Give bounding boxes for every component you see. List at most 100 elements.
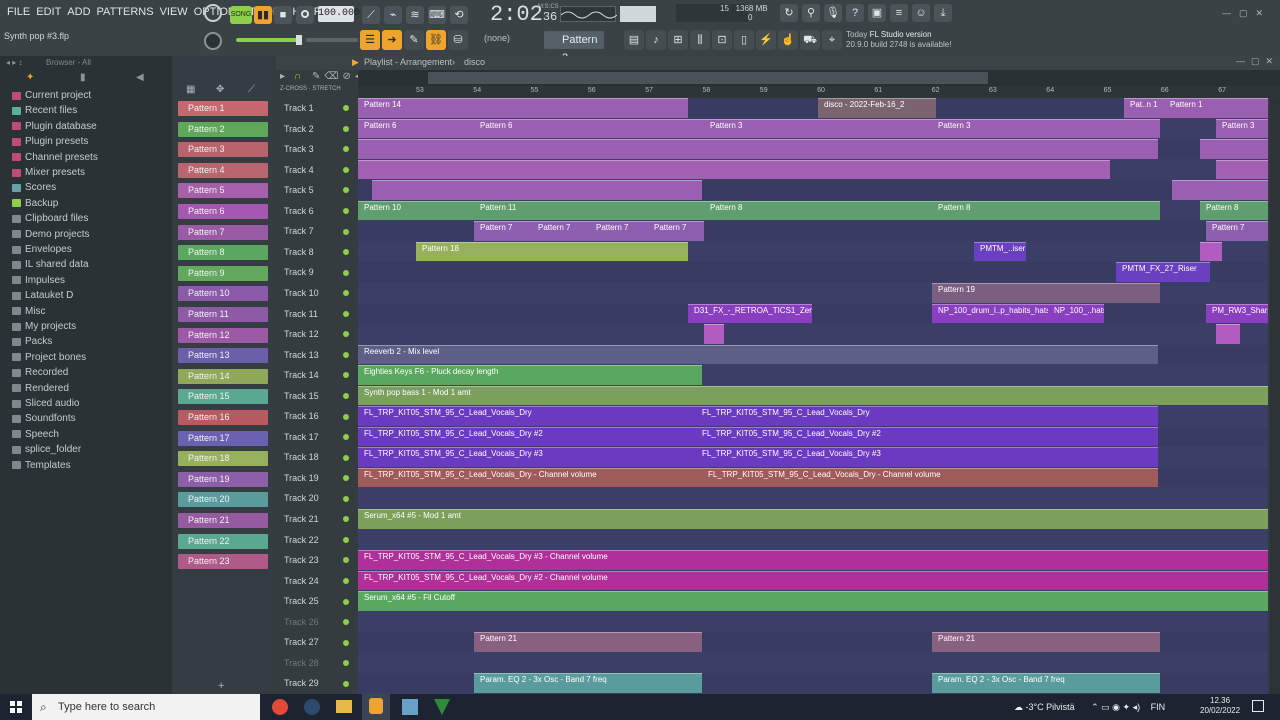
playlist-clip[interactable]: Pattern 3 xyxy=(932,118,1160,139)
playlist-clip[interactable]: Pattern 10 xyxy=(358,200,474,221)
pattern-item[interactable]: Pattern 4 xyxy=(178,162,268,178)
track-mute-led[interactable] xyxy=(343,577,349,584)
stop-button[interactable]: ■ xyxy=(274,6,292,24)
pattern-item[interactable]: Pattern 17 xyxy=(178,430,268,446)
playlist-clip[interactable] xyxy=(1200,139,1268,159)
playlist-clip[interactable]: Pattern 11 xyxy=(474,200,704,221)
save-icon[interactable]: ▣ xyxy=(868,4,886,22)
browser-item[interactable]: Sliced audio xyxy=(12,398,79,409)
track-lane[interactable]: Pattern 10 Pattern 11 Pattern 8 Pattern 8 Pa… xyxy=(358,200,1268,221)
track-lane[interactable]: Param. EQ 2 - 3x Osc - Band 7 freq Param.… xyxy=(358,673,1268,693)
track-mute-led[interactable] xyxy=(343,557,349,564)
track-mute-led[interactable] xyxy=(343,166,349,173)
playlist-clip[interactable]: FL_TRP_KIT05_STM_95_C_Lead_Vocals_Dry #3 xyxy=(696,447,1158,467)
song-mode-toggle[interactable]: SONG xyxy=(230,6,252,24)
track-lane[interactable]: Pattern 19 xyxy=(358,282,1268,303)
playlist-clip[interactable]: Pattern 7 xyxy=(590,221,648,241)
browser-item[interactable]: Plugin presets xyxy=(12,136,88,147)
touch-icon[interactable]: ☝ xyxy=(778,30,798,50)
browser-item[interactable]: Clipboard files xyxy=(12,213,88,224)
playlist-clip[interactable]: FL_TRP_KIT05_STM_95_C_Lead_Vocals_Dry - … xyxy=(358,467,702,488)
pattern-item[interactable]: Pattern 23 xyxy=(178,554,268,570)
wait-input-icon[interactable]: ⌁ xyxy=(384,6,402,24)
playlist-clip[interactable]: FL_TRP_KIT05_STM_95_C_Lead_Vocals_Dry #2 xyxy=(358,426,696,447)
pattern-item[interactable]: Pattern 15 xyxy=(178,389,268,405)
playlist-icon[interactable]: ☰ xyxy=(360,30,380,50)
track-header[interactable]: Track 29 xyxy=(276,673,358,694)
playlist-clip[interactable]: Pattern 18 xyxy=(416,241,688,262)
browser-item[interactable]: Envelopes xyxy=(12,244,72,255)
pattern-item[interactable]: Pattern 19 xyxy=(178,471,268,487)
track-header[interactable]: Track 26 xyxy=(276,612,358,633)
playlist-clip[interactable] xyxy=(372,180,702,200)
tempo-tap-icon[interactable]: ⌖ xyxy=(822,30,842,50)
taskbar-search[interactable]: ⌕ Type here to search xyxy=(32,694,260,720)
track-mute-led[interactable] xyxy=(343,269,349,276)
track-header[interactable]: Track 23 xyxy=(276,550,358,571)
playlist-clip[interactable]: Pattern 7 xyxy=(648,221,704,241)
playlist-clip[interactable]: PMTM_..iser xyxy=(974,241,1026,262)
pattern-item[interactable]: Pattern 13 xyxy=(178,348,268,364)
microphone-icon[interactable]: 🎙 xyxy=(824,4,842,22)
timeline-ruler[interactable]: 53 54 55 56 57 58 59 60 61 62 63 64 65 66 67 xyxy=(358,86,1280,98)
browser-item[interactable]: Recent files xyxy=(12,105,77,116)
track-mute-led[interactable] xyxy=(343,536,349,543)
track-mute-led[interactable] xyxy=(343,598,349,605)
track-mute-led[interactable] xyxy=(343,228,349,235)
track-mute-led[interactable] xyxy=(343,146,349,153)
move-icon[interactable]: ✥ xyxy=(216,84,224,95)
playlist-clip[interactable]: D31_FX_-_RETROA_TICS1_Zenhiser xyxy=(688,303,812,324)
track-lane[interactable]: FL_TRP_KIT05_STM_95_C_Lead_Vocals_Dry #2… xyxy=(358,570,1268,591)
menu-edit[interactable]: EDIT xyxy=(33,6,64,18)
project-icon[interactable]: ▯ xyxy=(734,30,754,50)
track-mute-led[interactable] xyxy=(343,639,349,646)
plugin-picker-icon[interactable]: ⊡ xyxy=(712,30,732,50)
track-header[interactable]: Track 19 xyxy=(276,468,358,489)
track-mute-led[interactable] xyxy=(343,187,349,194)
track-header[interactable]: Track 4 xyxy=(276,160,358,181)
pattern-item[interactable]: Pattern 16 xyxy=(178,410,268,425)
track-header[interactable]: Track 17 xyxy=(276,427,358,448)
track-mute-led[interactable] xyxy=(343,454,349,461)
fl-studio-taskbar-active[interactable] xyxy=(362,694,390,720)
playlist-clip[interactable]: Pattern 6 xyxy=(474,118,704,139)
playlist-clip[interactable]: Pattern 7 xyxy=(474,221,532,241)
playlist-clip[interactable]: PM_RW3_Sharp xyxy=(1206,303,1268,324)
playlist-clip[interactable] xyxy=(1172,180,1268,200)
playlist-clip[interactable] xyxy=(704,324,724,344)
tempo-display[interactable]: 100.000 xyxy=(318,6,360,22)
browser-item[interactable]: Misc xyxy=(12,306,46,317)
playlist-clip[interactable]: Param. EQ 2 - 3x Osc - Band 7 freq xyxy=(474,673,702,693)
track-lane[interactable]: PMTM_FX_27_Riser xyxy=(358,262,1268,282)
paint-tool-icon[interactable]: ✎ xyxy=(404,30,424,50)
track-header[interactable]: Track 15 xyxy=(276,386,358,407)
browser-item[interactable]: Speech xyxy=(12,429,59,440)
track-header[interactable]: Track 8 xyxy=(276,242,358,263)
playlist-clip[interactable]: Pattern 8 xyxy=(932,200,1160,221)
track-mute-led[interactable] xyxy=(343,434,349,441)
metronome-icon[interactable]: ⟋ xyxy=(362,6,380,24)
track-lane[interactable]: Synth pop bass 1 - Mod 1 amt xyxy=(358,385,1268,406)
track-header[interactable]: Track 16 xyxy=(276,406,358,427)
track-mute-led[interactable] xyxy=(343,290,349,297)
track-mute-led[interactable] xyxy=(343,249,349,256)
pattern-item[interactable]: Pattern 2 xyxy=(178,121,268,137)
playlist-clip[interactable]: Pattern 7 xyxy=(1206,221,1268,241)
track-lane[interactable]: Serum_x64 #5 - Mod 1 amt xyxy=(358,509,1268,529)
overview-bar[interactable] xyxy=(358,70,1280,86)
playlist-clip[interactable] xyxy=(358,159,1110,180)
pattern-selector[interactable]: Pattern 3 xyxy=(544,31,604,64)
playlist-menu-icon[interactable]: ▸ xyxy=(280,71,285,82)
pattern-item[interactable]: Pattern 22 xyxy=(178,533,268,549)
menu-patterns[interactable]: PATTERNS xyxy=(94,6,157,18)
track-mute-led[interactable] xyxy=(343,372,349,379)
playlist-clip[interactable]: FL_TRP_KIT05_STM_95_C_Lead_Vocals_Dry #3… xyxy=(358,550,1268,570)
stamp-icon[interactable]: ⛁ xyxy=(448,30,468,50)
play-button[interactable]: ▮▮ xyxy=(254,6,272,24)
browser-item[interactable]: Recorded xyxy=(12,367,68,378)
sliders-icon[interactable]: ≡ xyxy=(890,4,908,22)
playlist-window-controls[interactable]: —▢✕ xyxy=(1236,56,1279,67)
playlist-clip[interactable]: Serum_x64 #5 - Mod 1 amt xyxy=(358,509,1268,529)
news-panel[interactable]: Today FL Studio version 20.9.0 build 2748… xyxy=(846,30,951,50)
track-header[interactable]: Track 27 xyxy=(276,632,358,653)
